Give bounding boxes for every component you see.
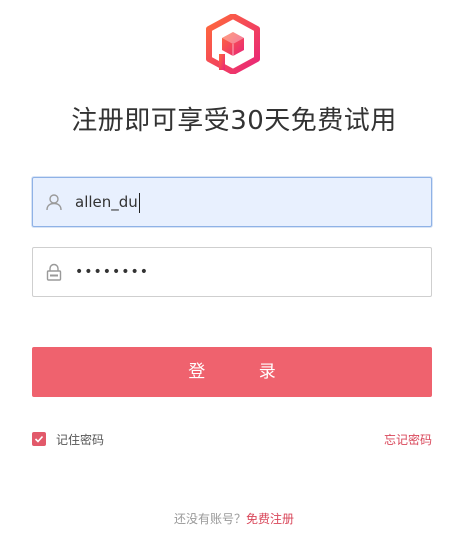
remember-label: 记住密码: [56, 432, 105, 447]
check-icon: [34, 435, 44, 443]
user-icon: [46, 194, 62, 211]
username-value: allen_du: [75, 193, 138, 211]
forgot-password-link[interactable]: 忘记密码: [384, 431, 432, 448]
username-input[interactable]: allen_du: [75, 178, 140, 226]
page-title: 注册即可享受30天免费试用: [71, 106, 397, 136]
password-input[interactable]: ••••••••: [75, 248, 149, 296]
brand-logo-icon: [206, 14, 260, 74]
password-field[interactable]: ••••••••: [32, 247, 432, 297]
register-link[interactable]: 免费注册: [246, 512, 294, 526]
lock-icon: [46, 263, 62, 281]
signup-prompt-text: 还没有账号？: [173, 512, 246, 526]
username-field[interactable]: allen_du: [32, 177, 432, 227]
text-caret: [138, 192, 140, 213]
signup-prompt: 还没有账号？免费注册: [0, 510, 468, 527]
remember-password[interactable]: 记住密码: [32, 431, 104, 447]
remember-checkbox[interactable]: [32, 432, 46, 446]
login-button[interactable]: 登 录: [32, 347, 432, 397]
